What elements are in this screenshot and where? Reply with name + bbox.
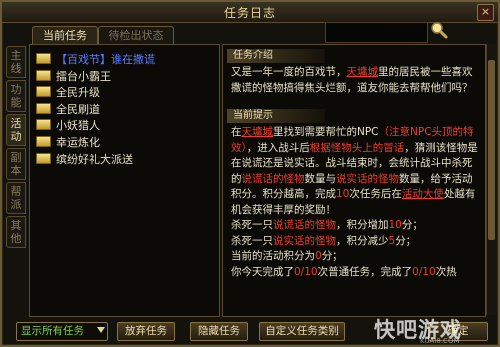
quest-item[interactable]: 全民刷道 <box>36 102 219 119</box>
quest-item[interactable]: 全民升级 <box>36 85 219 102</box>
hide-quest-button[interactable]: 隐藏任务 <box>190 322 248 341</box>
side-tab-function[interactable]: 功能 <box>6 80 26 112</box>
quest-label: 全民刷道 <box>56 102 100 116</box>
quest-detail-panel: 任务介绍 又是一年一度的百戏节，天墉城里的居民被一些喜欢撒谎的怪物搞得焦头烂额，… <box>222 44 486 317</box>
quest-label: 擂台小霸王 <box>56 69 111 83</box>
search-input[interactable] <box>325 22 428 43</box>
quest-item[interactable]: 【百戏节】谁在撒谎 <box>36 52 219 69</box>
quest-scroll-icon <box>36 135 51 147</box>
quest-list: 【百戏节】谁在撒谎 擂台小霸王 全民升级 全民刷道 小妖猎人 幸运炼化 缤纷好礼… <box>29 44 220 317</box>
side-tab-event[interactable]: 活动 <box>6 114 26 146</box>
quest-label: 幸运炼化 <box>56 135 100 149</box>
side-tab-other[interactable]: 其他 <box>6 216 26 248</box>
side-tab-main[interactable]: 主线 <box>6 46 26 78</box>
quest-item[interactable]: 幸运炼化 <box>36 135 219 152</box>
category-tabs: 主线 功能 活动 副本 帮派 其他 <box>6 46 28 250</box>
quest-item[interactable]: 小妖猎人 <box>36 118 219 135</box>
quest-label: 【百戏节】谁在撒谎 <box>56 53 155 66</box>
quest-label: 小妖猎人 <box>56 119 100 133</box>
envoy-link[interactable]: 活动大使 <box>402 188 444 200</box>
quest-scroll-icon <box>36 53 51 64</box>
dropdown-arrow-icon <box>97 327 105 333</box>
quest-item[interactable]: 擂台小霸王 <box>36 69 219 86</box>
side-tab-dungeon[interactable]: 副本 <box>6 148 26 180</box>
custom-category-button[interactable]: 自定义任务类别 <box>259 322 345 341</box>
quest-log-window: 任务日志 × 当前任务 待检出状态 主线 功能 活动 副本 帮派 其他 【百戏节… <box>0 0 500 347</box>
abandon-quest-button[interactable]: 放弃任务 <box>117 322 175 341</box>
detail-scrollbar[interactable] <box>486 44 497 315</box>
npc-link[interactable]: 天墉城 <box>347 66 379 78</box>
tab-available-quests[interactable]: 待检出状态 <box>98 26 174 44</box>
quest-filter-dropdown[interactable]: 显示所有任务 <box>16 322 108 341</box>
quest-scroll-icon <box>36 69 51 81</box>
quest-item[interactable]: 缤纷好礼大派送 <box>36 152 219 169</box>
quest-label: 缤纷好礼大派送 <box>56 152 133 166</box>
quest-scroll-icon <box>36 102 51 114</box>
intro-header: 任务介绍 <box>227 49 325 63</box>
search-icon[interactable] <box>429 20 449 40</box>
tab-current-quests[interactable]: 当前任务 <box>32 26 98 44</box>
side-tab-guild[interactable]: 帮派 <box>6 182 26 214</box>
title-bar[interactable]: 任务日志 × <box>2 2 498 23</box>
quest-scroll-icon <box>36 152 51 164</box>
scrollbar-thumb[interactable] <box>488 60 495 240</box>
window-title: 任务日志 <box>223 6 276 20</box>
npc-link[interactable]: 天墉城 <box>242 126 274 138</box>
tips-text: 在天墉城里找到需要帮忙的NPC（注意NPC头顶的特效），进入战斗后根据怪物头上的… <box>231 126 478 278</box>
quest-scroll-icon <box>36 119 51 131</box>
intro-text: 又是一年一度的百戏节，天墉城里的居民被一些喜欢撒谎的怪物搞得焦头烂额，道友你能去… <box>231 66 473 94</box>
quest-scroll-icon <box>36 86 51 98</box>
tips-header: 当前提示 <box>227 109 325 123</box>
quest-label: 全民升级 <box>56 86 100 100</box>
watermark-url: KUAI8.COM <box>420 337 460 345</box>
close-button[interactable]: × <box>477 4 494 21</box>
